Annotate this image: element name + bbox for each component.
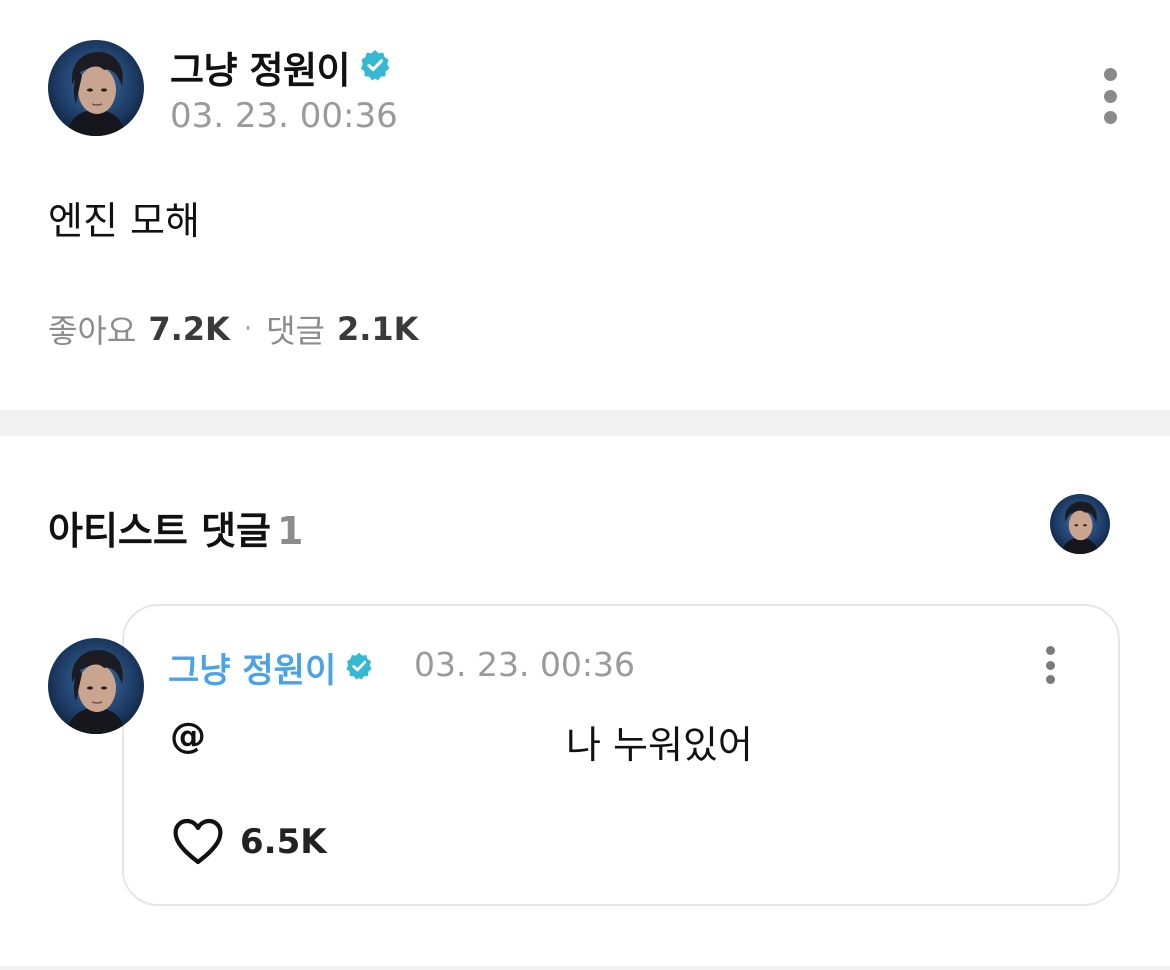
dot: [1045, 660, 1055, 670]
comment-author-name[interactable]: 그냥 정원이: [168, 651, 336, 691]
post: 그냥 정원이 03. 23. 00:36 엔진 모해 좋아요 7.2K · 댓글…: [0, 0, 1170, 410]
dot: [1045, 675, 1055, 684]
avatar[interactable]: [48, 40, 144, 136]
dot: [1045, 646, 1055, 655]
dot: [1103, 68, 1117, 81]
dot: [1103, 89, 1117, 103]
comment-avatar[interactable]: [48, 638, 144, 734]
comment-author[interactable]: 그냥 정원이: [168, 643, 374, 692]
verified-badge-icon: [358, 48, 392, 91]
artist-comments-title: 아티스트 댓글 1: [48, 500, 303, 555]
post-author[interactable]: 그냥 정원이: [170, 40, 392, 94]
artist-comments-count: 1: [277, 509, 304, 553]
post-body: 엔진 모해: [48, 199, 200, 243]
comments-count[interactable]: 2.1K: [337, 310, 418, 348]
heart-outline-icon[interactable]: [172, 818, 224, 866]
post-timestamp: 03. 23. 00:36: [170, 96, 398, 136]
comment-timestamp: 03. 23. 00:36: [414, 645, 636, 684]
artist-comments-label: 아티스트 댓글: [48, 509, 271, 553]
post-stats: 좋아요 7.2K · 댓글 2.1K: [48, 306, 418, 352]
verified-badge-icon: [344, 650, 374, 690]
bottom-divider: [0, 966, 1170, 970]
more-vertical-icon[interactable]: [1040, 646, 1060, 684]
stats-separator: ·: [243, 314, 253, 344]
comments-label: 댓글: [266, 312, 325, 350]
post-author-name[interactable]: 그냥 정원이: [170, 49, 351, 92]
more-vertical-icon[interactable]: [1096, 68, 1124, 124]
comment-text: 나 누워있어: [566, 723, 753, 767]
likes-count[interactable]: 7.2K: [148, 310, 229, 348]
artist-avatar[interactable]: [1050, 494, 1110, 554]
dot: [1103, 111, 1117, 124]
likes-label: 좋아요: [48, 312, 137, 350]
comment-like-count: 6.5K: [240, 822, 327, 862]
section-divider: [0, 410, 1170, 436]
comment-mention[interactable]: @: [170, 716, 206, 757]
